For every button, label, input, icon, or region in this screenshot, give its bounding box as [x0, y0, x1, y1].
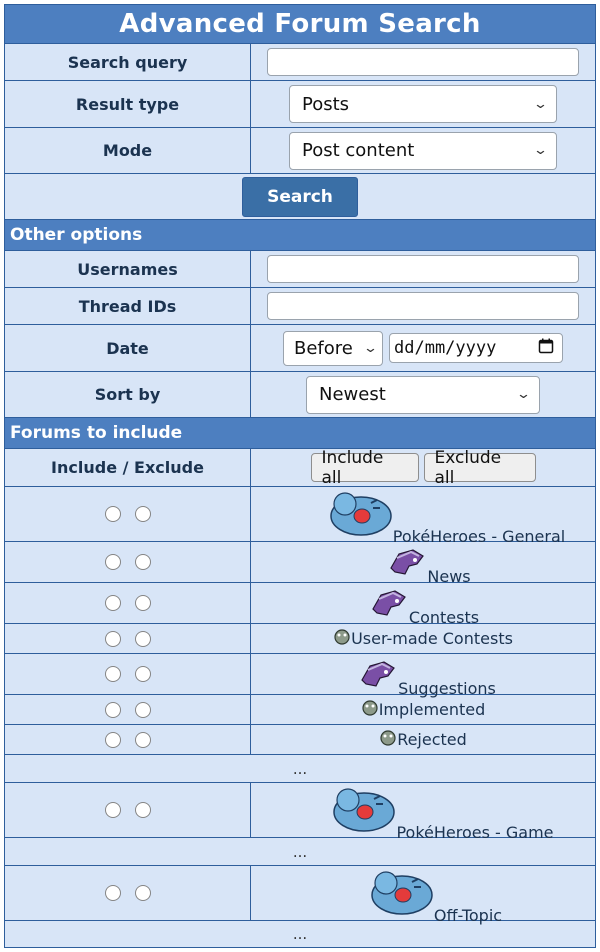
thread-ids-input[interactable]	[267, 292, 579, 320]
forums-heading: Forums to include	[5, 418, 595, 449]
small-pokemon-icon	[333, 628, 351, 650]
result-type-select[interactable]: Posts ⌄	[289, 85, 557, 123]
exclude-all-button[interactable]: Exclude all	[423, 448, 536, 488]
small-pokemon-icon	[361, 699, 379, 721]
include-radio[interactable]	[104, 630, 121, 647]
include-radio[interactable]	[104, 731, 121, 748]
search-query-input[interactable]	[267, 48, 579, 76]
search-button-row: Search	[5, 174, 595, 220]
forum-row: Off-Topic	[5, 866, 595, 925]
ellipsis: ...	[292, 759, 308, 778]
exclude-radio[interactable]	[134, 802, 151, 818]
forum-row: News	[5, 542, 595, 586]
search-button[interactable]: Search	[242, 176, 358, 217]
include-radio[interactable]	[104, 701, 121, 718]
chevron-down-icon: ⌄	[362, 340, 379, 356]
forum-name[interactable]: Off-Topic	[434, 906, 502, 925]
sort-row: Sort by Newest ⌄	[5, 372, 595, 418]
result-type-label: Result type	[5, 81, 251, 127]
forum-row: Suggestions	[5, 654, 595, 698]
search-query-row: Search query	[5, 44, 595, 81]
exclude-radio[interactable]	[134, 630, 151, 647]
forum-search-panel: Advanced Forum Search Search query Resul…	[4, 4, 596, 948]
exclude-radio[interactable]	[134, 885, 151, 901]
suicune-icon	[358, 656, 398, 692]
include-exclude-row: Include / Exclude Include all Exclude al…	[5, 448, 595, 488]
exclude-radio[interactable]	[134, 666, 151, 682]
forum-row: Rejected	[5, 725, 595, 755]
thread-ids-row: Thread IDs	[5, 288, 595, 325]
date-label: Date	[5, 325, 251, 371]
include-radio[interactable]	[104, 802, 121, 818]
page-title: Advanced Forum Search	[5, 5, 595, 44]
chevron-down-icon: ⌄	[532, 143, 549, 158]
result-type-row: Result type Posts ⌄	[5, 81, 595, 128]
chevron-down-icon: ⌄	[532, 96, 549, 112]
forum-row: Contests	[5, 583, 595, 627]
forum-name[interactable]: Implemented	[379, 700, 486, 719]
forum-name[interactable]: PokéHeroes - Game	[396, 823, 553, 842]
mode-row: Mode Post content ⌄	[5, 128, 595, 174]
date-input[interactable]: dd/mm/yyyy	[389, 333, 563, 363]
sort-select[interactable]: Newest ⌄	[306, 375, 540, 414]
include-radio[interactable]	[104, 885, 121, 901]
date-row: Date Before ⌄ dd/mm/yyyy	[5, 325, 595, 372]
date-mode-value: Before	[294, 337, 353, 359]
other-options-heading: Other options	[5, 220, 595, 251]
exclude-radio[interactable]	[134, 595, 151, 611]
wobbuffet-icon	[368, 867, 434, 919]
exclude-radio[interactable]	[134, 731, 151, 748]
ellipsis-row: ...	[5, 755, 595, 783]
ellipsis: ...	[292, 925, 308, 943]
ellipsis: ...	[292, 842, 308, 861]
calendar-icon[interactable]	[538, 338, 554, 359]
forum-row: PokéHeroes - General	[5, 487, 595, 546]
ellipsis-row: ...	[5, 921, 595, 947]
include-radio[interactable]	[104, 554, 121, 570]
mode-label: Mode	[5, 128, 251, 173]
suicune-icon	[387, 544, 427, 580]
thread-ids-label: Thread IDs	[5, 288, 251, 324]
usernames-input[interactable]	[267, 255, 579, 283]
ellipsis-row: ...	[5, 838, 595, 866]
forum-name[interactable]: User-made Contests	[351, 629, 513, 648]
forum-row: User-made Contests	[5, 624, 595, 654]
include-exclude-label: Include / Exclude	[5, 449, 251, 486]
forum-row: PokéHeroes - Game	[5, 783, 595, 842]
usernames-row: Usernames	[5, 251, 595, 288]
forum-name[interactable]: Rejected	[397, 730, 467, 749]
include-radio[interactable]	[104, 506, 121, 522]
chevron-down-icon: ⌄	[515, 387, 532, 402]
wobbuffet-icon	[330, 784, 396, 836]
include-radio[interactable]	[104, 595, 121, 611]
exclude-radio[interactable]	[134, 701, 151, 718]
mode-value: Post content	[302, 140, 415, 161]
suicune-icon	[369, 585, 409, 621]
search-query-label: Search query	[5, 44, 251, 80]
sort-value: Newest	[319, 384, 386, 405]
include-radio[interactable]	[104, 666, 121, 682]
exclude-radio[interactable]	[134, 554, 151, 570]
sort-label: Sort by	[5, 372, 251, 417]
mode-select[interactable]: Post content ⌄	[289, 131, 557, 170]
forum-row: Implemented	[5, 695, 595, 725]
date-placeholder: dd/mm/yyyy	[394, 338, 497, 358]
date-mode-select[interactable]: Before ⌄	[283, 330, 383, 366]
usernames-label: Usernames	[5, 251, 251, 287]
exclude-radio[interactable]	[134, 506, 151, 522]
result-type-value: Posts	[302, 93, 350, 115]
wobbuffet-icon	[327, 488, 393, 540]
small-pokemon-icon	[379, 729, 397, 751]
include-all-button[interactable]: Include all	[310, 448, 419, 488]
